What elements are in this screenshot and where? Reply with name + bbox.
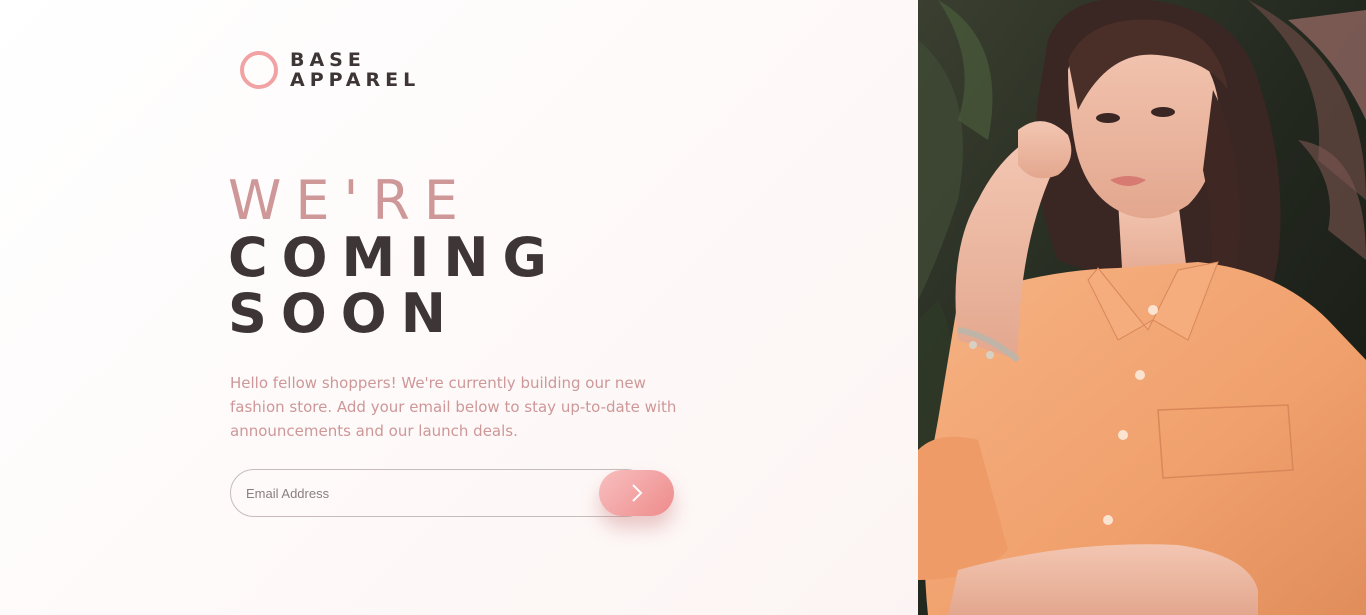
title-light-line: WE'RE <box>228 169 472 232</box>
chevron-right-icon <box>631 484 642 502</box>
woman-in-peach-shirt-photo <box>918 0 1366 615</box>
title-bold-line-2: SOON <box>228 282 460 345</box>
page-title: WE'RE COMING SOON <box>228 172 561 342</box>
logo-line-1: BASE <box>290 49 366 71</box>
logo-line-2: APPAREL <box>290 69 421 91</box>
email-signup-form <box>230 469 674 517</box>
hero-image <box>918 0 1366 615</box>
title-bold-line-1: COMING <box>228 226 561 289</box>
intro-description: Hello fellow shoppers! We're currently b… <box>230 374 677 440</box>
coming-soon-page: BASE APPAREL WE'RE COMING SOON Hello fel… <box>0 0 1366 615</box>
logo-ring-icon <box>240 51 278 89</box>
email-input[interactable] <box>230 469 650 517</box>
submit-button[interactable] <box>599 470 674 516</box>
logo-wordmark: BASE APPAREL <box>290 50 420 90</box>
content-panel: BASE APPAREL WE'RE COMING SOON Hello fel… <box>0 0 918 615</box>
brand-logo[interactable]: BASE APPAREL <box>240 50 420 90</box>
